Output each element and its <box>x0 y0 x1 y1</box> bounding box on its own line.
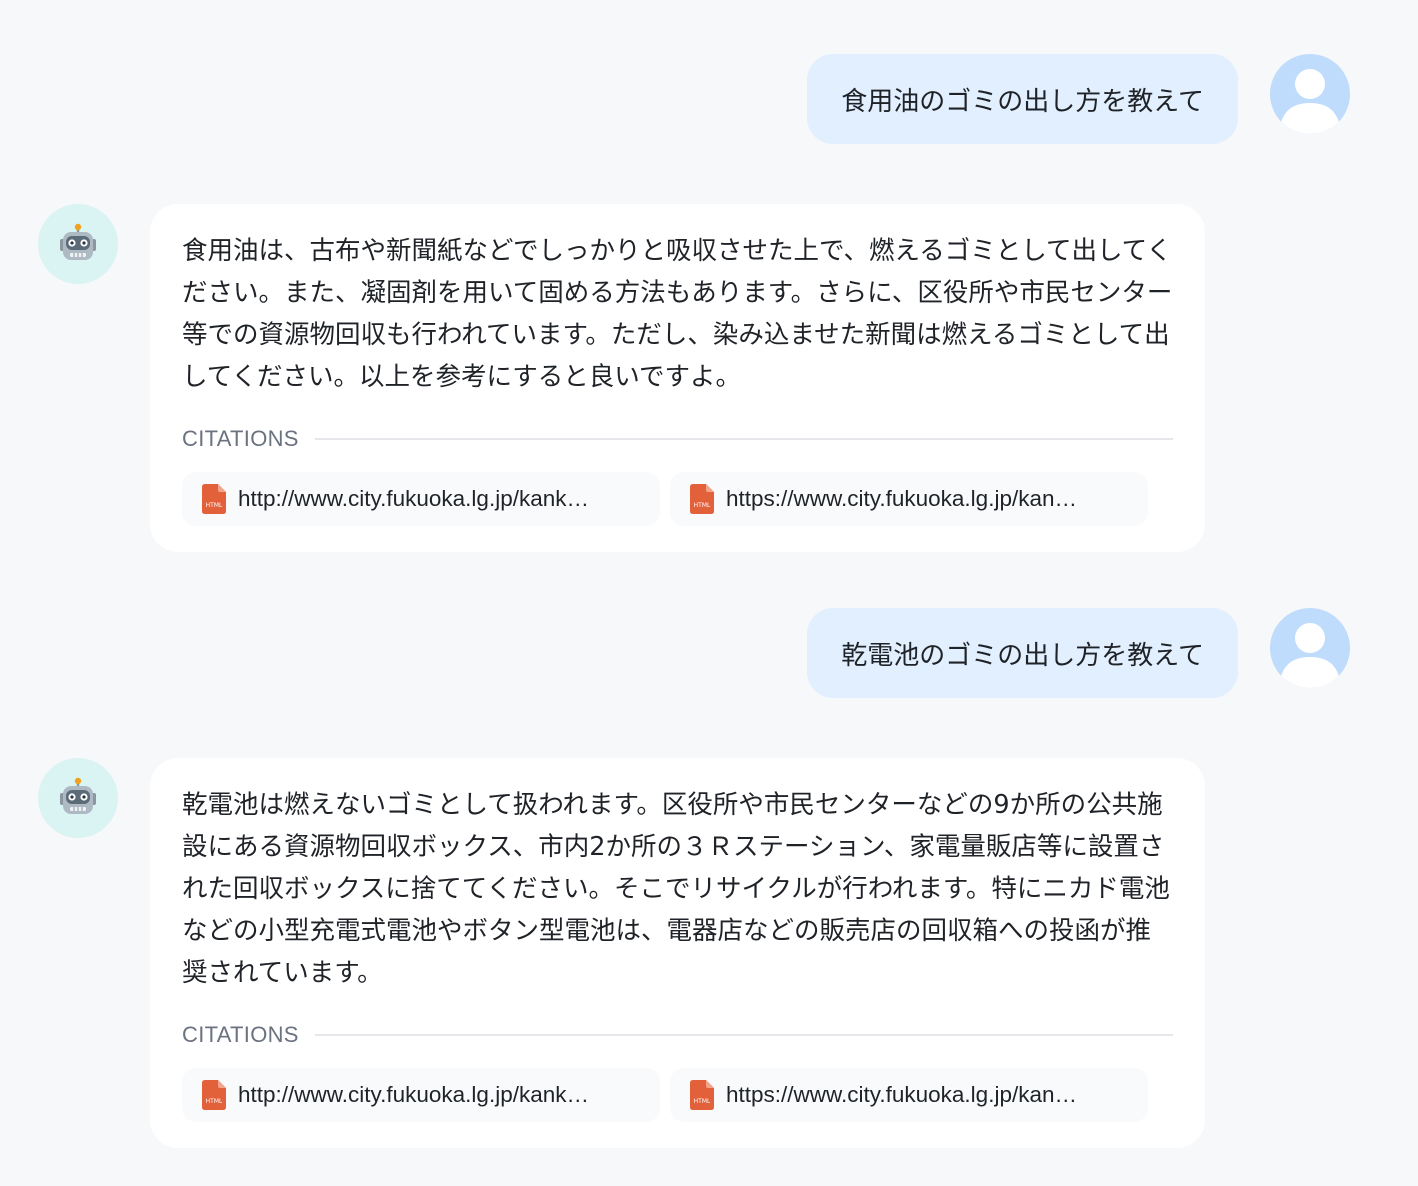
assistant-message-card: 食用油は、古布や新聞紙などでしっかりと吸収させた上で、燃えるゴミとして出してくだ… <box>150 204 1205 552</box>
chat-transcript: 食用油のゴミの出し方を教えて 食用油は、古布や新聞紙などでしっかりと吸収させた上… <box>0 0 1418 1186</box>
html-file-icon: HTML <box>202 484 226 514</box>
svg-text:HTML: HTML <box>694 502 711 509</box>
user-silhouette-icon <box>1280 69 1340 134</box>
user-message-text: 乾電池のゴミの出し方を教えて <box>841 640 1204 671</box>
citation-link[interactable]: HTML http://www.city.fukuoka.lg.jp/kank… <box>182 1068 660 1122</box>
citations-label: CITATIONS <box>182 1022 299 1047</box>
citation-url: https://www.city.fukuoka.lg.jp/kan… <box>726 1082 1077 1107</box>
robot-icon <box>60 777 96 814</box>
assistant-message-card: 乾電池は燃えないゴミとして扱われます。区役所や市民センターなどの9か所の公共施設… <box>150 758 1205 1148</box>
assistant-message-text: 乾電池は燃えないゴミとして扱われます。区役所や市民センターなどの9か所の公共施設… <box>182 790 1170 988</box>
citations-divider <box>314 1034 1173 1036</box>
svg-text:HTML: HTML <box>206 1098 223 1105</box>
html-file-icon: HTML <box>690 1080 714 1110</box>
citations-header: CITATIONS <box>182 1022 1173 1048</box>
citations-list: HTML http://www.city.fukuoka.lg.jp/kank…… <box>182 1068 1173 1122</box>
assistant-message-text: 食用油は、古布や新聞紙などでしっかりと吸収させた上で、燃えるゴミとして出してくだ… <box>182 236 1173 392</box>
user-silhouette-icon <box>1280 623 1340 688</box>
html-file-icon: HTML <box>202 1080 226 1110</box>
user-message-bubble: 乾電池のゴミの出し方を教えて <box>807 608 1238 698</box>
citation-url: http://www.city.fukuoka.lg.jp/kank… <box>238 1082 589 1107</box>
user-avatar <box>1270 54 1350 134</box>
user-message-text: 食用油のゴミの出し方を教えて <box>841 86 1204 117</box>
citations-label: CITATIONS <box>182 426 299 451</box>
citation-url: https://www.city.fukuoka.lg.jp/kan… <box>726 486 1077 511</box>
user-message-bubble: 食用油のゴミの出し方を教えて <box>807 54 1238 144</box>
citations-header: CITATIONS <box>182 426 1173 452</box>
bot-avatar <box>38 204 118 284</box>
assistant-message-row: 乾電池は燃えないゴミとして扱われます。区役所や市民センターなどの9か所の公共施設… <box>38 758 1205 1148</box>
citation-link[interactable]: HTML http://www.city.fukuoka.lg.jp/kank… <box>182 472 660 526</box>
citation-link[interactable]: HTML https://www.city.fukuoka.lg.jp/kan… <box>670 1068 1148 1122</box>
svg-text:HTML: HTML <box>206 502 223 509</box>
html-file-icon: HTML <box>690 484 714 514</box>
robot-icon <box>60 223 96 260</box>
bot-avatar <box>38 758 118 838</box>
citation-link[interactable]: HTML https://www.city.fukuoka.lg.jp/kan… <box>670 472 1148 526</box>
citations-list: HTML http://www.city.fukuoka.lg.jp/kank…… <box>182 472 1173 526</box>
user-avatar <box>1270 608 1350 688</box>
assistant-message-row: 食用油は、古布や新聞紙などでしっかりと吸収させた上で、燃えるゴミとして出してくだ… <box>38 204 1205 552</box>
citations-divider <box>314 438 1173 440</box>
svg-text:HTML: HTML <box>694 1098 711 1105</box>
user-message-row: 乾電池のゴミの出し方を教えて <box>807 608 1350 698</box>
user-message-row: 食用油のゴミの出し方を教えて <box>807 54 1350 144</box>
citation-url: http://www.city.fukuoka.lg.jp/kank… <box>238 486 589 511</box>
